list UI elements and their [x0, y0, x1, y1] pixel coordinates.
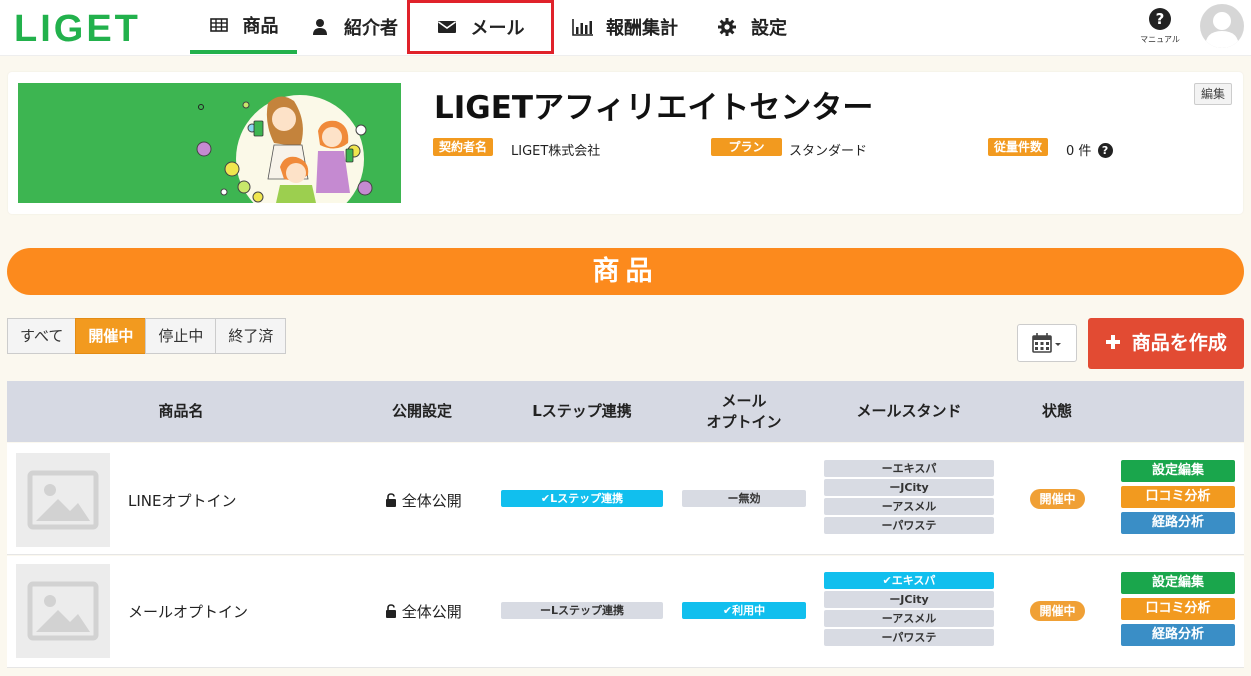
edit-button[interactable]: 編集 — [1194, 83, 1232, 105]
optin-badge: ✔利用中 — [682, 602, 806, 619]
col-mail-optin: メール オプトイン — [706, 391, 782, 431]
col-lstep: Lステップ連携 — [532, 402, 632, 420]
filter-stopped[interactable]: 停止中 — [145, 318, 217, 354]
product-name[interactable]: メールオプトイン — [128, 601, 248, 622]
publicity-setting: 全体公開 — [385, 490, 462, 511]
product-name[interactable]: LINEオプトイン — [128, 490, 236, 511]
question-icon[interactable]: ? — [1097, 143, 1113, 158]
edit-settings-button[interactable]: 設定編集 — [1121, 572, 1235, 594]
question-icon: ? — [1149, 8, 1171, 30]
stand-badge-powaste: ーパワステ — [824, 629, 994, 646]
nav-item-label: 紹介者 — [344, 18, 398, 39]
filter-ended[interactable]: 終了済 — [215, 318, 287, 354]
create-product-button[interactable]: 商品を作成 — [1088, 318, 1244, 369]
stand-badge-asumeru: ーアスメル — [824, 610, 994, 627]
unlock-icon — [385, 604, 397, 618]
envelope-icon — [437, 17, 457, 37]
nav-item-settings[interactable]: 設定 — [706, 0, 798, 54]
bar-chart-icon — [572, 17, 593, 37]
manual-link[interactable]: ? マニュアル — [1138, 6, 1182, 45]
gear-icon — [717, 17, 737, 37]
center-info-card: LIGETアフィリエイトセンター 編集 契約者名 LIGET株式会社 プラン ス… — [8, 72, 1243, 214]
caret-down-icon — [1055, 343, 1061, 346]
nav-item-rewards[interactable]: 報酬集計 — [560, 0, 690, 54]
status-badge: 開催中 — [1030, 489, 1085, 509]
status-badge: 開催中 — [1030, 601, 1085, 621]
section-title-bar: 商品 — [7, 248, 1244, 295]
publicity-setting: 全体公開 — [385, 601, 462, 622]
edit-settings-button[interactable]: 設定編集 — [1121, 460, 1235, 482]
create-product-label: 商品を作成 — [1131, 332, 1227, 354]
col-publicity: 公開設定 — [391, 402, 452, 420]
top-navbar: LIGET 商品 紹介者 メール 報酬集計 設定 ? マニュアル — [0, 0, 1251, 56]
lstep-badge: ーLステップ連携 — [501, 602, 663, 619]
nav-item-label: 設定 — [751, 18, 787, 39]
center-title: LIGETアフィリエイトセンター — [434, 90, 874, 126]
calendar-icon — [1032, 333, 1052, 353]
product-thumbnail — [16, 453, 110, 547]
user-icon — [310, 17, 330, 37]
plan-value: スタンダード — [789, 144, 868, 159]
unlock-icon — [385, 493, 397, 507]
route-analysis-button[interactable]: 経路分析 — [1121, 624, 1235, 646]
nav-item-label: 報酬集計 — [606, 18, 678, 39]
products-table-header: 商品名 公開設定 Lステップ連携 メール オプトイン メールスタンド 状態 — [7, 381, 1244, 442]
filter-all[interactable]: すべて — [7, 318, 77, 354]
stand-badge-asumeru: ーアスメル — [824, 498, 994, 515]
filter-active[interactable]: 開催中 — [75, 318, 147, 354]
publicity-value: 全体公開 — [401, 603, 462, 621]
image-placeholder-icon — [27, 581, 99, 641]
col-mail-stand: メールスタンド — [856, 402, 962, 420]
table-row: LINEオプトイン 全体公開 ✔Lステップ連携 ー無効 ーエキスパ ーJCity… — [7, 443, 1244, 555]
contract-value: LIGET株式会社 — [511, 144, 601, 159]
nav-item-label: メール — [470, 18, 525, 39]
contract-label: 契約者名 — [433, 138, 494, 156]
grid-icon — [209, 15, 229, 35]
review-analysis-button[interactable]: 口コミ分析 — [1121, 486, 1235, 508]
table-row: メールオプトイン 全体公開 ーLステップ連携 ✔利用中 ✔エキスパ ーJCity… — [7, 556, 1244, 668]
usage-value: 0 件 — [1066, 144, 1092, 159]
col-status: 状態 — [1041, 402, 1072, 420]
stand-badge-expa: ✔エキスパ — [824, 572, 994, 589]
user-avatar[interactable] — [1200, 4, 1244, 48]
review-analysis-button[interactable]: 口コミ分析 — [1121, 598, 1235, 620]
lstep-badge: ✔Lステップ連携 — [501, 490, 663, 507]
plus-icon — [1105, 319, 1121, 349]
stand-badge-powaste: ーパワステ — [824, 517, 994, 534]
optin-badge: ー無効 — [682, 490, 806, 507]
route-analysis-button[interactable]: 経路分析 — [1121, 512, 1235, 534]
plan-label: プラン — [711, 138, 782, 156]
image-placeholder-icon — [27, 470, 99, 530]
banner-illustration — [18, 83, 401, 203]
stand-badge-jcity: ーJCity — [824, 591, 994, 608]
usage-label: 従量件数 — [988, 138, 1049, 156]
calendar-dropdown-button[interactable] — [1017, 324, 1077, 362]
stand-badge-jcity: ーJCity — [824, 479, 994, 496]
nav-item-products[interactable]: 商品 — [190, 0, 297, 54]
liget-logo[interactable]: LIGET — [14, 8, 141, 51]
publicity-value: 全体公開 — [401, 492, 462, 510]
col-product-name: 商品名 — [158, 402, 204, 420]
manual-label: マニュアル — [1140, 35, 1180, 44]
nav-item-label: 商品 — [242, 16, 279, 37]
nav-item-mail[interactable]: メール — [407, 0, 554, 54]
status-filter-group: すべて 開催中 停止中 終了済 — [7, 318, 287, 354]
nav-item-affiliates[interactable]: 紹介者 — [300, 0, 408, 54]
stand-badge-expa: ーエキスパ — [824, 460, 994, 477]
usage-value-wrap: 0 件 ? — [1066, 140, 1113, 159]
product-thumbnail — [16, 564, 110, 658]
